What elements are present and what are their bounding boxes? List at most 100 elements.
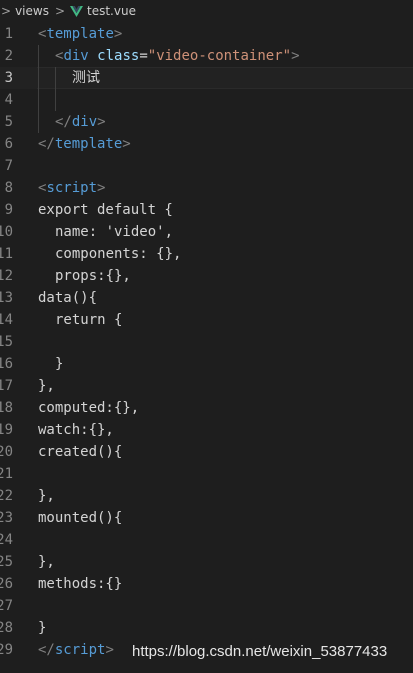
code-line[interactable]: 10 name: 'video', xyxy=(0,221,413,243)
code-token: script xyxy=(54,642,106,658)
indent-guide xyxy=(38,89,39,111)
line-number: 2 xyxy=(4,48,13,64)
code-line[interactable]: 16} xyxy=(0,353,413,375)
code-line[interactable]: 28} xyxy=(0,617,413,639)
indent-guide xyxy=(38,111,39,133)
code-text: created(){ xyxy=(38,441,122,463)
code-token: </ xyxy=(55,114,72,130)
code-text: name: 'video', xyxy=(55,221,173,243)
code-line[interactable]: 2 <div class="video-container"> xyxy=(0,45,413,67)
code-text: methods:{} xyxy=(38,573,122,595)
code-text: <template> xyxy=(38,23,122,45)
code-token: > xyxy=(113,26,123,42)
code-line[interactable]: 5 </div> xyxy=(0,111,413,133)
line-number: 11 xyxy=(0,246,13,262)
code-line[interactable]: 19 watch:{}, xyxy=(0,419,413,441)
line-number: 6 xyxy=(4,136,13,152)
code-text: }, xyxy=(38,375,55,397)
code-token: watch:{}, xyxy=(38,422,114,438)
code-text: <div class="video-container"> xyxy=(55,45,300,67)
code-text: }, xyxy=(38,485,55,507)
code-line[interactable]: 22}, xyxy=(0,485,413,507)
indent-guide xyxy=(38,45,39,67)
chevron-right-icon: > xyxy=(1,4,12,18)
breadcrumb: > views > test.vue xyxy=(0,0,413,22)
line-number: 9 xyxy=(4,202,13,218)
code-token: > xyxy=(122,136,131,152)
code-line[interactable]: 7 xyxy=(0,155,413,177)
indent-guide xyxy=(55,67,56,89)
code-line[interactable]: 23 mounted(){ xyxy=(0,507,413,529)
code-token: > xyxy=(291,48,300,64)
code-line[interactable]: 18 computed:{}, xyxy=(0,397,413,419)
line-number: 16 xyxy=(0,356,13,372)
line-number: 19 xyxy=(0,422,13,438)
line-number: 8 xyxy=(4,180,13,196)
line-number: 27 xyxy=(0,598,13,614)
code-text: }, xyxy=(38,551,55,573)
code-token: return { xyxy=(55,312,123,328)
code-token: 测试 xyxy=(72,70,100,86)
code-token: } xyxy=(38,620,47,636)
code-token: = xyxy=(139,48,148,64)
breadcrumb-file-test-vue[interactable]: test.vue xyxy=(87,4,136,18)
code-line[interactable]: 14 return { xyxy=(0,309,413,331)
code-editor[interactable]: 1 <template> 2 <div class="video-container"… xyxy=(0,23,413,661)
line-number: 24 xyxy=(0,532,13,548)
chevron-right-icon: > xyxy=(54,4,66,18)
code-line[interactable]: 21 xyxy=(0,463,413,485)
indent-guide xyxy=(55,89,56,111)
line-number: 28 xyxy=(0,620,13,636)
code-text: } xyxy=(55,353,63,375)
code-token: </ xyxy=(38,642,55,658)
code-text: mounted(){ xyxy=(38,507,122,529)
line-number: 1 xyxy=(4,26,13,42)
line-number: 25 xyxy=(0,554,13,570)
code-token: created(){ xyxy=(38,444,123,460)
code-line[interactable]: 17}, xyxy=(0,375,413,397)
code-text: watch:{}, xyxy=(38,419,114,441)
code-token: > xyxy=(97,114,106,130)
code-line[interactable]: 1 <template> xyxy=(0,23,413,45)
code-line[interactable]: 26 methods:{} xyxy=(0,573,413,595)
code-text: </div> xyxy=(55,111,106,133)
line-number: 3 xyxy=(4,70,13,86)
code-text: <script> xyxy=(38,177,105,199)
line-number: 7 xyxy=(4,158,13,174)
code-token: div xyxy=(63,48,89,64)
code-token: script xyxy=(46,180,98,196)
code-token: "video-container" xyxy=(147,48,292,64)
code-token: > xyxy=(97,180,106,196)
line-number: 23 xyxy=(0,510,13,526)
code-token: props:{}, xyxy=(55,268,131,284)
code-line[interactable]: 13 data(){ xyxy=(0,287,413,309)
line-number: 5 xyxy=(4,114,13,130)
code-line[interactable]: 27 xyxy=(0,595,413,617)
line-number: 18 xyxy=(0,400,13,416)
line-number: 15 xyxy=(0,334,13,350)
code-line[interactable]: 25}, xyxy=(0,551,413,573)
vue-file-icon xyxy=(70,5,84,17)
code-token: template xyxy=(46,26,114,42)
line-number: 12 xyxy=(0,268,13,284)
code-line[interactable]: 8 <script> xyxy=(0,177,413,199)
code-token: class xyxy=(97,48,140,64)
code-line[interactable]: 4 xyxy=(0,89,413,111)
code-text: data(){ xyxy=(38,287,97,309)
code-line[interactable]: 20 created(){ xyxy=(0,441,413,463)
code-line[interactable]: 15 xyxy=(0,331,413,353)
code-token: name: 'video', xyxy=(55,224,174,240)
code-line[interactable]: 24 xyxy=(0,529,413,551)
code-token: components: {}, xyxy=(55,246,182,262)
breadcrumb-folder-views[interactable]: views xyxy=(15,4,49,18)
code-line[interactable]: 3 测试 xyxy=(0,67,413,89)
code-token: > xyxy=(105,642,114,658)
code-line[interactable]: 12 props:{}, xyxy=(0,265,413,287)
code-text: export default { xyxy=(38,199,173,221)
code-line[interactable]: 6 </template> xyxy=(0,133,413,155)
code-token: data(){ xyxy=(38,290,98,306)
line-number: 26 xyxy=(0,576,13,592)
code-line[interactable]: 11 components: {}, xyxy=(0,243,413,265)
code-line[interactable]: 9 export default { xyxy=(0,199,413,221)
code-token: mounted(){ xyxy=(38,510,123,526)
